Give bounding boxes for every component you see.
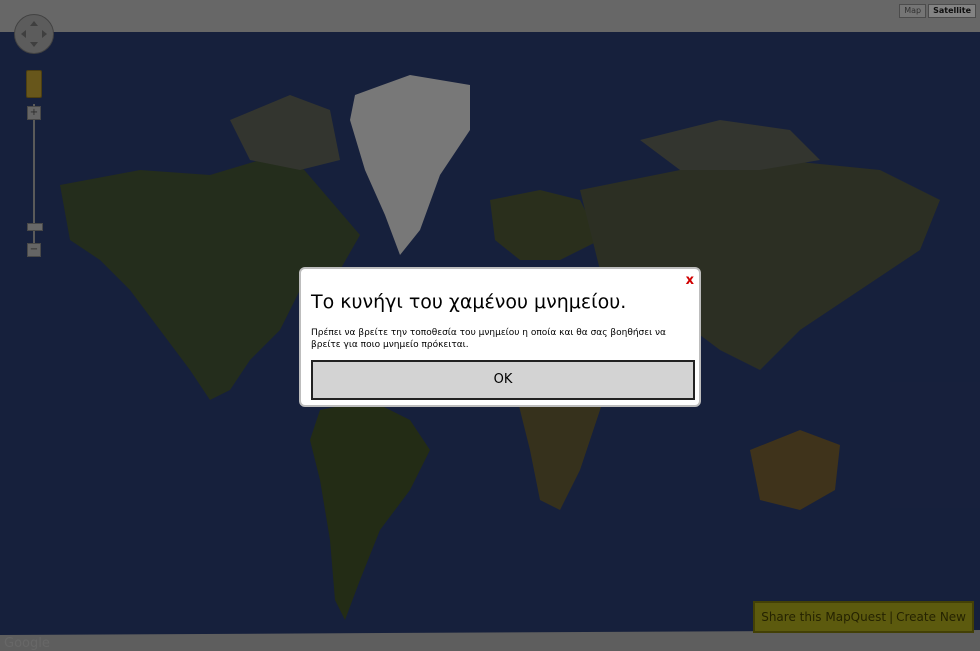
ok-button[interactable]: OK: [311, 360, 695, 400]
dialog-close-button[interactable]: x: [686, 273, 694, 288]
intro-dialog: x Το κυνήγι του χαμένου μνημείου. Πρέπει…: [299, 267, 701, 407]
dialog-message: Πρέπει να βρείτε την τοποθεσία του μνημε…: [311, 328, 666, 350]
map-page: Map Satellite + − Google Share this MapQ…: [0, 0, 980, 651]
dialog-title: Το κυνήγι του χαμένου μνημείου.: [311, 291, 627, 313]
